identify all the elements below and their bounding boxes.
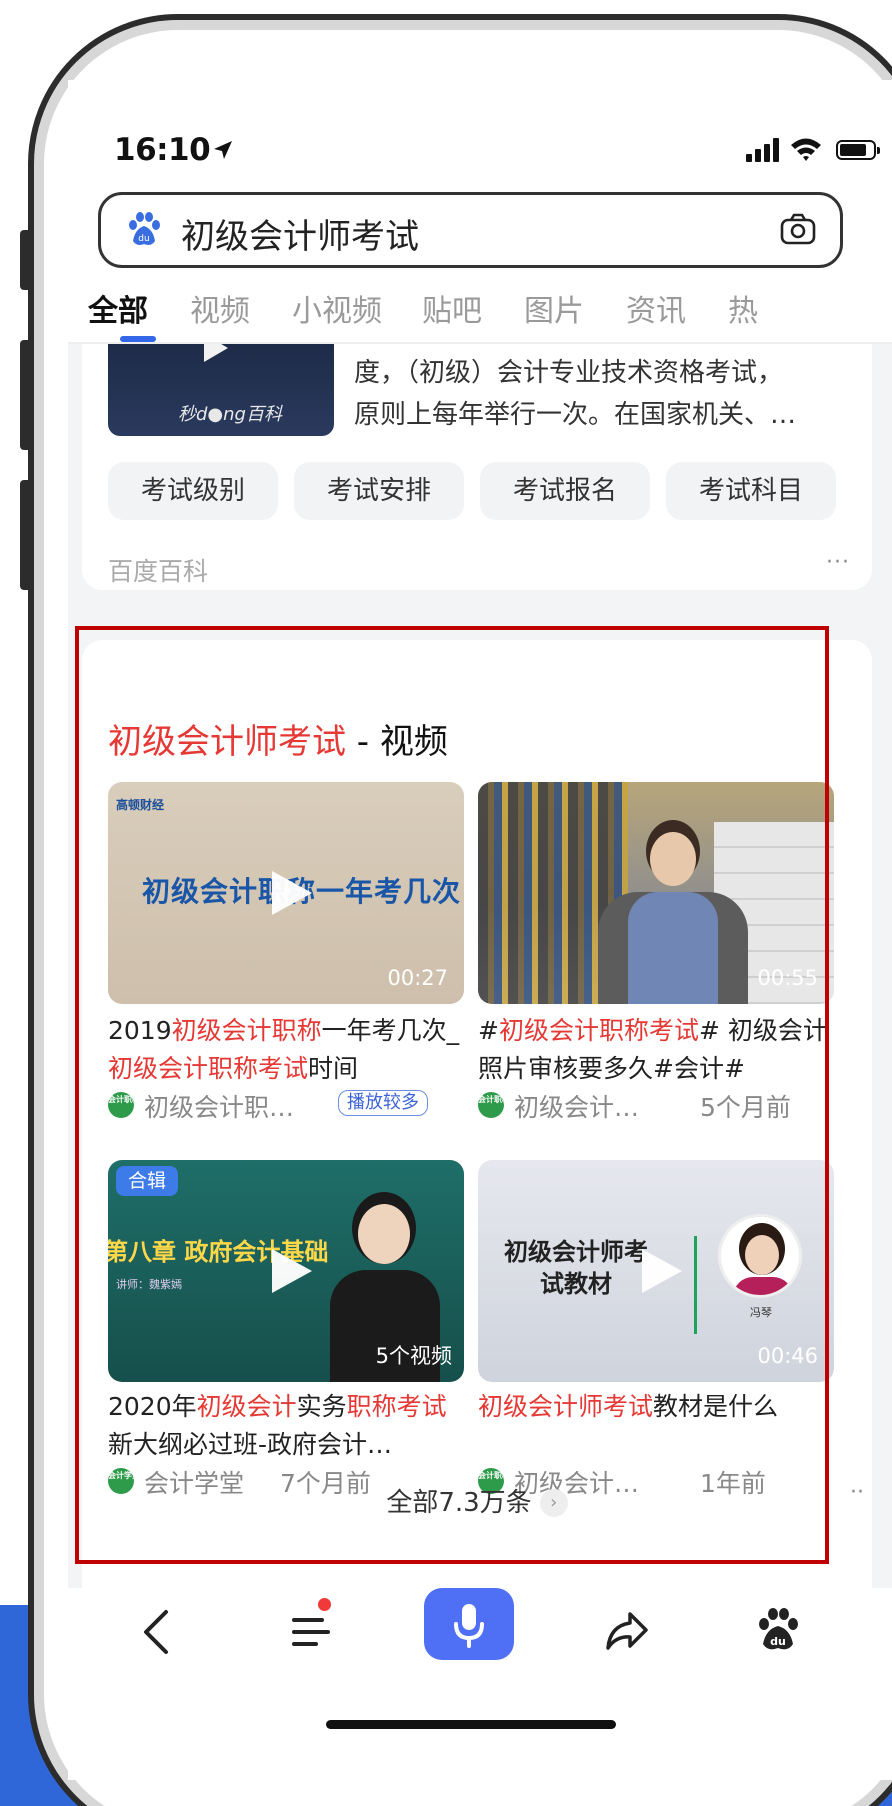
microphone-icon: [454, 1604, 484, 1648]
tab-images[interactable]: 图片: [524, 286, 584, 330]
location-arrow-icon: [214, 141, 232, 159]
cellular-signal-icon: [746, 138, 779, 162]
back-icon: [144, 1610, 168, 1654]
chip-exam-subjects[interactable]: 考试科目: [666, 462, 836, 520]
phone-screen: 16:10 du 初级会计师考试 全部 视频 小视频 贴吧 图片 资讯 热 秒d…: [68, 80, 892, 1780]
baike-result-card[interactable]: 秒d●ng百科 度，（初级）会计专业技术资格考试， 原则上每年举行一次。在国家机…: [82, 344, 872, 590]
search-box[interactable]: du 初级会计师考试: [98, 192, 843, 268]
baike-description-line: 原则上每年举行一次。在国家机关、…: [354, 400, 797, 430]
status-bar: 16:10: [114, 132, 880, 172]
more-options-icon[interactable]: ··: [850, 1480, 864, 1505]
baike-source-label: 百度百科: [108, 557, 209, 586]
baike-description-line: 度，（初级）会计专业技术资格考试，: [354, 358, 784, 388]
back-button[interactable]: [118, 1592, 198, 1672]
baidu-home-button[interactable]: du: [738, 1594, 818, 1674]
tab-short-video[interactable]: 小视频: [292, 286, 382, 330]
tab-hot[interactable]: 热: [728, 286, 758, 330]
menu-button[interactable]: [272, 1592, 352, 1672]
camera-search-icon[interactable]: [780, 213, 816, 245]
play-icon: [204, 344, 228, 362]
tab-news[interactable]: 资讯: [626, 286, 686, 330]
voice-search-button[interactable]: [424, 1588, 514, 1660]
more-options-icon[interactable]: ···: [826, 550, 850, 575]
search-query[interactable]: 初级会计师考试: [181, 209, 419, 258]
baike-thumb-brand: 秒d●ng百科: [178, 404, 282, 425]
share-button[interactable]: [586, 1592, 666, 1672]
bottom-toolbar: du: [68, 1588, 892, 1708]
tab-video[interactable]: 视频: [190, 286, 250, 330]
tab-all[interactable]: 全部: [88, 286, 148, 330]
tab-tieba[interactable]: 贴吧: [422, 286, 482, 330]
chip-exam-level[interactable]: 考试级别: [108, 462, 278, 520]
baidu-paw-icon: du: [759, 1608, 798, 1650]
home-indicator[interactable]: [326, 1720, 616, 1729]
menu-icon: [292, 1618, 330, 1646]
chip-exam-schedule[interactable]: 考试安排: [294, 462, 464, 520]
wifi-icon: [791, 138, 821, 161]
battery-icon: [836, 140, 880, 160]
baike-chip-row: 考试级别 考试安排 考试报名 考试科目: [108, 462, 868, 522]
baidu-paw-icon: du: [129, 212, 160, 245]
svg-text:du: du: [138, 234, 149, 244]
svg-text:du: du: [770, 1635, 786, 1648]
annotation-highlight-box: [75, 626, 829, 1564]
result-tabs: 全部 视频 小视频 贴吧 图片 资讯 热: [88, 286, 892, 342]
baike-description: 度，（初级）会计专业技术资格考试， 原则上每年举行一次。在国家机关、…: [354, 352, 854, 436]
chip-exam-registration[interactable]: 考试报名: [480, 462, 650, 520]
baike-video-thumbnail[interactable]: 秒d●ng百科: [108, 344, 334, 436]
status-time: 16:10: [114, 132, 211, 168]
notification-dot: [318, 1598, 331, 1611]
share-icon: [606, 1612, 648, 1650]
